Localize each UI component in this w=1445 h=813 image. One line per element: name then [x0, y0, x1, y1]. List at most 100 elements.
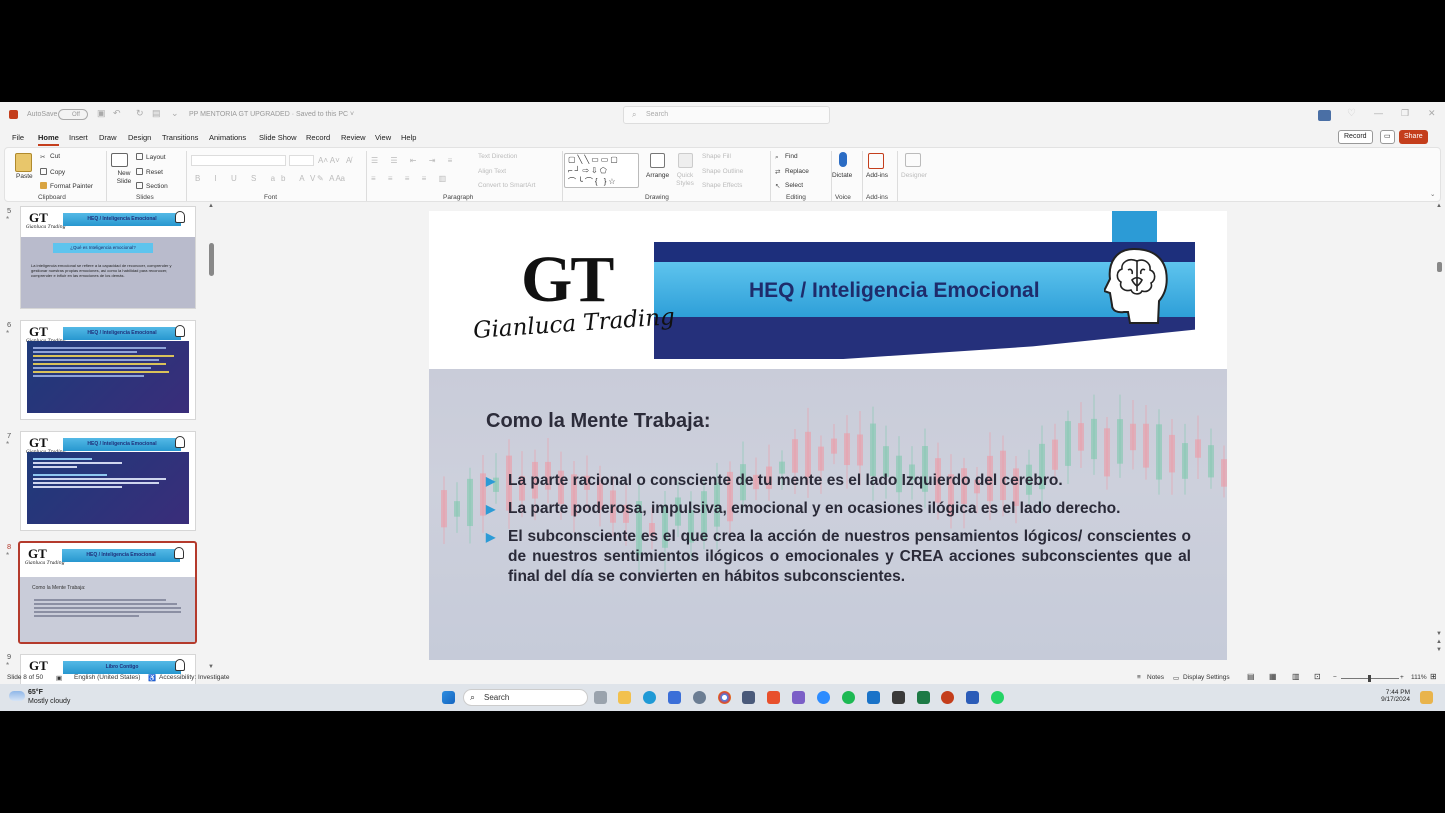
weather-temp[interactable]: 65°F	[28, 689, 43, 696]
layout-button[interactable]: Layout	[136, 153, 166, 161]
restore-icon[interactable]: ❐	[1401, 108, 1409, 119]
share-button[interactable]: Share	[1399, 130, 1428, 144]
current-slide[interactable]: GT Gianluca Trading HEQ / Inteligencia E…	[429, 211, 1227, 660]
redo-icon[interactable]: ↻	[136, 108, 144, 119]
document-title[interactable]: PP MENTORIA GT UPGRADED · Saved to this …	[189, 111, 354, 118]
thumbnail-scrollbar-thumb[interactable]	[209, 243, 214, 276]
undo-icon[interactable]: ↶	[113, 108, 121, 119]
bullet-item[interactable]: ▶ La parte racional o consciente de tu m…	[486, 471, 1191, 491]
file-explorer-icon[interactable]	[618, 691, 631, 704]
font-size-buttons[interactable]: A˄ A˅	[318, 156, 340, 165]
zoom-slider-thumb[interactable]	[1368, 675, 1371, 682]
cut-button[interactable]: ✂ Cut	[40, 153, 60, 161]
tab-animations[interactable]: Animations	[209, 133, 246, 142]
slide-thumbnail[interactable]: GT Gianluca Trading HEQ / Inteligencia E…	[20, 206, 196, 309]
photos-icon[interactable]	[867, 691, 880, 704]
format-painter-button[interactable]: Format Painter	[40, 182, 93, 190]
collapse-ribbon-icon[interactable]: ⌄	[1430, 190, 1435, 198]
windows-start-icon[interactable]	[442, 691, 455, 704]
shape-outline-button[interactable]: Shape Outline	[702, 168, 743, 175]
scroll-up-icon[interactable]: ▲	[208, 203, 214, 209]
slide-subtitle[interactable]: Como la Mente Trabaja:	[486, 410, 711, 433]
scroll-down-icon[interactable]: ▼	[208, 664, 214, 670]
discord-icon[interactable]	[792, 691, 805, 704]
shape-effects-button[interactable]: Shape Effects	[702, 182, 742, 189]
language-indicator[interactable]: English (United States)	[74, 674, 140, 681]
dictate-button[interactable]: Dictate	[832, 172, 852, 179]
addins-icon[interactable]	[868, 153, 884, 169]
section-button[interactable]: Section	[136, 182, 168, 190]
weather-desc[interactable]: Mostly cloudy	[28, 698, 70, 705]
chrome-icon[interactable]	[718, 691, 731, 704]
clear-format-icon[interactable]: A̸	[346, 156, 351, 165]
text-direction-button[interactable]: Text Direction	[478, 153, 517, 160]
arrange-button[interactable]: Arrange	[646, 172, 669, 179]
paste-button[interactable]: Paste	[16, 173, 33, 180]
app-icon[interactable]	[767, 691, 780, 704]
canvas-scroll-up-icon[interactable]: ▲	[1436, 203, 1442, 209]
select-button[interactable]: ↖ Select	[775, 182, 803, 190]
autosave-toggle[interactable]: Off	[58, 109, 88, 120]
present-icon[interactable]: ▤	[152, 108, 161, 119]
display-settings-button[interactable]: Display Settings	[1183, 674, 1230, 681]
slide-thumbnail[interactable]: GT Gianluca Trading HEQ / Inteligencia E…	[20, 431, 196, 531]
canvas-scrollbar-thumb[interactable]	[1437, 262, 1442, 272]
store-icon[interactable]	[668, 691, 681, 704]
comments-icon[interactable]: ▭	[1380, 130, 1395, 144]
slide-thumbnail[interactable]: GT Gianluca Trading HEQ / Inteligencia E…	[20, 320, 196, 420]
fit-slide-icon[interactable]: ⊞	[1430, 672, 1437, 681]
slide-sorter-icon[interactable]: ▦	[1269, 672, 1277, 681]
lightbulb-icon[interactable]: ♡	[1347, 108, 1356, 119]
copy-button[interactable]: Copy	[40, 168, 65, 176]
canvas-page-arrows-icon[interactable]: ▼ ▲ ▼	[1436, 630, 1442, 654]
tab-insert[interactable]: Insert	[69, 133, 88, 142]
search-box[interactable]: ⌕ Search	[623, 106, 830, 124]
spotify-icon[interactable]	[842, 691, 855, 704]
font-size-select[interactable]	[289, 155, 314, 166]
shape-fill-button[interactable]: Shape Fill	[702, 153, 731, 160]
list-buttons[interactable]: ☰ ☰ ⇤ ⇥ ≡	[371, 156, 457, 165]
tab-review[interactable]: Review	[341, 133, 366, 142]
font-family-select[interactable]	[191, 155, 286, 166]
whatsapp-icon[interactable]	[991, 691, 1004, 704]
designer-button[interactable]: Designer	[901, 172, 927, 179]
tab-home[interactable]: Home	[38, 133, 59, 146]
tab-file[interactable]: File	[12, 133, 24, 142]
task-view-icon[interactable]	[594, 691, 607, 704]
align-text-button[interactable]: Align Text	[478, 168, 506, 175]
smartart-button[interactable]: Convert to SmartArt	[478, 182, 535, 189]
taskbar-search[interactable]: ⌕ Search	[463, 689, 588, 706]
edge-icon[interactable]	[643, 691, 656, 704]
replace-button[interactable]: ⇄ Replace	[775, 168, 809, 176]
accessibility-status[interactable]: Accessibility: Investigate	[159, 674, 229, 681]
customize-qat-icon[interactable]: ⌄	[171, 108, 179, 119]
tab-help[interactable]: Help	[401, 133, 416, 142]
settings-icon[interactable]	[693, 691, 706, 704]
bullet-item[interactable]: ▶ El subconsciente es el que crea la acc…	[486, 527, 1191, 587]
calculator-icon[interactable]	[742, 691, 755, 704]
tab-transitions[interactable]: Transitions	[162, 133, 198, 142]
save-icon[interactable]: ▣	[97, 108, 106, 119]
normal-view-icon[interactable]: ▤	[1247, 672, 1255, 681]
powerpoint-icon[interactable]	[941, 691, 954, 704]
minimize-icon[interactable]: —	[1374, 108, 1383, 118]
tab-draw[interactable]: Draw	[99, 133, 117, 142]
align-buttons[interactable]: ≡ ≡ ≡ ≡ ▥	[371, 174, 451, 183]
designer-icon[interactable]	[905, 153, 921, 167]
font-color-buttons[interactable]: ✎ A	[317, 174, 346, 183]
slide-counter[interactable]: Slide 8 of 50	[7, 674, 43, 681]
reading-view-icon[interactable]: ▥	[1292, 672, 1300, 681]
new-slide-button[interactable]: New Slide	[112, 170, 136, 186]
zoom-level[interactable]: 111%	[1411, 674, 1427, 681]
slide-thumbnail-selected[interactable]: GT Gianluca Trading HEQ / Inteligencia E…	[18, 541, 197, 644]
find-button[interactable]: ⌕ Find	[775, 153, 798, 161]
shapes-gallery[interactable]: ▢╲╲▭▭▢ ⌐┘⇨⇩⬠ ⌒╰⌒{ }☆	[564, 153, 639, 188]
zoom-in-icon[interactable]: +	[1400, 674, 1404, 681]
quick-styles-button[interactable]: Quick Styles	[674, 172, 696, 188]
new-slide-icon[interactable]	[111, 153, 128, 167]
quick-styles-icon[interactable]	[678, 153, 693, 168]
tab-record[interactable]: Record	[306, 133, 330, 142]
taskbar-clock[interactable]: 7:44 PM 9/17/2024	[1378, 689, 1410, 703]
slideshow-view-icon[interactable]: ⊡	[1314, 672, 1321, 681]
tab-view[interactable]: View	[375, 133, 391, 142]
